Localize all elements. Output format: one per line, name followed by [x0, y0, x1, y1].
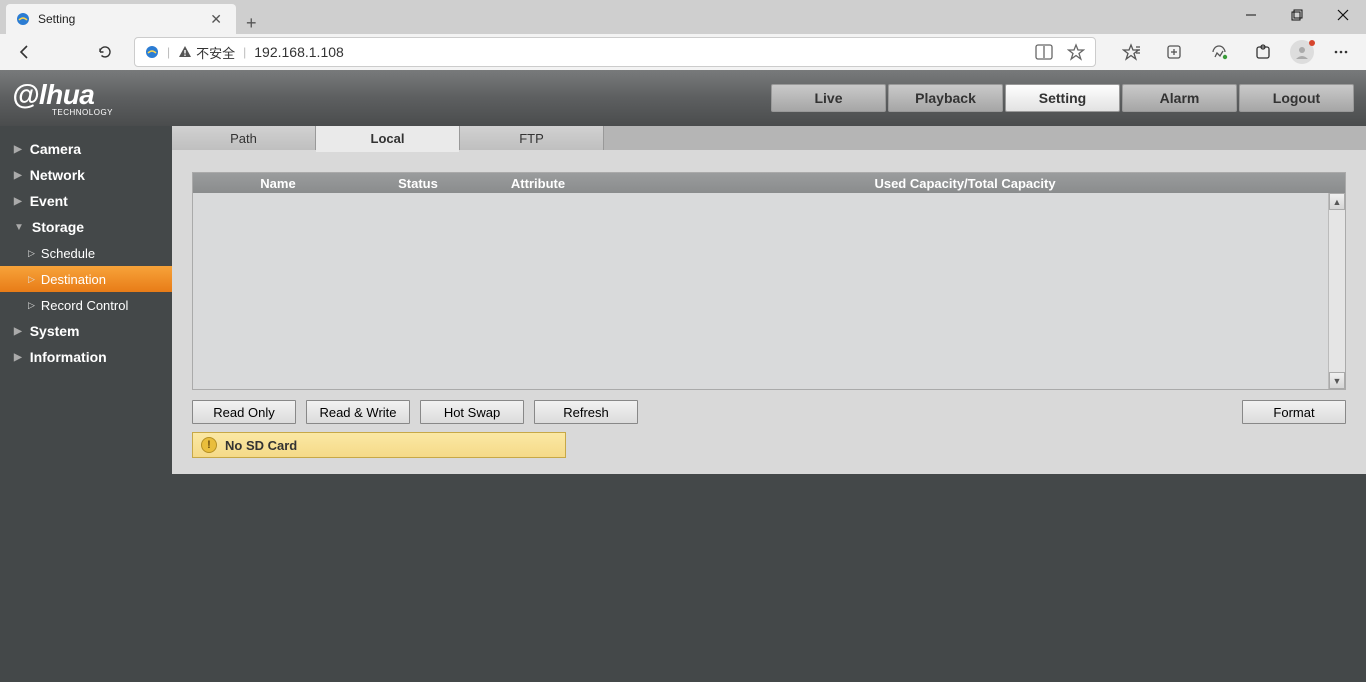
sidebar-label: Storage	[32, 219, 84, 235]
tab-path[interactable]: Path	[172, 126, 316, 150]
chevron-right-icon: ▷	[28, 274, 35, 285]
tab-bar: Setting ✕ +	[0, 0, 1366, 34]
sidebar-sub-label: Schedule	[41, 246, 95, 261]
storage-table: Name Status Attribute Used Capacity/Tota…	[192, 172, 1346, 390]
window-controls	[1228, 0, 1366, 30]
brand-logo: @lhua TECHNOLOGY	[12, 79, 113, 117]
ie-icon	[16, 12, 30, 26]
profile-avatar[interactable]	[1290, 40, 1314, 64]
favorite-icon[interactable]	[1067, 43, 1085, 61]
status-message: ! No SD Card	[192, 432, 566, 458]
col-status: Status	[363, 176, 473, 191]
extension-icon[interactable]	[1246, 37, 1280, 67]
performance-icon[interactable]	[1202, 37, 1236, 67]
sidebar-label: Network	[30, 167, 85, 183]
scrollbar[interactable]: ▲ ▼	[1328, 193, 1345, 389]
sidebar-sub-label: Destination	[41, 272, 106, 287]
security-label: 不安全	[196, 43, 235, 62]
notification-dot	[1309, 40, 1315, 46]
browser-tab[interactable]: Setting ✕	[6, 4, 236, 34]
sidebar-sub-record-control[interactable]: ▷ Record Control	[0, 292, 172, 318]
tab-ftp[interactable]: FTP	[460, 126, 604, 150]
sidebar: ▶ Camera ▶ Network ▶ Event ▼ Storage ▷ Schedu…	[0, 126, 172, 682]
page-header: @lhua TECHNOLOGY Live Playback Setting A…	[0, 70, 1366, 126]
nav-setting[interactable]: Setting	[1005, 84, 1120, 112]
new-tab-button[interactable]: +	[236, 13, 267, 34]
info-icon: !	[201, 437, 217, 453]
reader-icon[interactable]	[1035, 44, 1053, 60]
sidebar-item-camera[interactable]: ▶ Camera	[0, 136, 172, 162]
chevron-right-icon: ▷	[28, 248, 35, 259]
table-header: Name Status Attribute Used Capacity/Tota…	[193, 173, 1345, 193]
url-box[interactable]: | 不安全 | 192.168.1.108	[134, 37, 1096, 67]
tab-title: Setting	[38, 12, 206, 26]
sidebar-label: Camera	[30, 141, 81, 157]
chevron-right-icon: ▶	[14, 144, 22, 155]
hot-swap-button[interactable]: Hot Swap	[420, 400, 524, 424]
security-warning[interactable]: 不安全	[178, 43, 235, 62]
tab-local[interactable]: Local	[316, 126, 460, 150]
sidebar-label: Information	[30, 349, 107, 365]
url-text: 192.168.1.108	[254, 44, 344, 60]
button-row: Read Only Read & Write Hot Swap Refresh …	[192, 400, 1346, 424]
sidebar-sub-schedule[interactable]: ▷ Schedule	[0, 240, 172, 266]
content-tabs: Path Local FTP	[172, 126, 1366, 150]
nav-live[interactable]: Live	[771, 84, 886, 112]
divider: |	[243, 45, 246, 59]
tab-close-icon[interactable]: ✕	[206, 9, 226, 30]
nav-alarm[interactable]: Alarm	[1122, 84, 1237, 112]
sidebar-item-event[interactable]: ▶ Event	[0, 188, 172, 214]
sidebar-item-system[interactable]: ▶ System	[0, 318, 172, 344]
chevron-right-icon: ▶	[14, 326, 22, 337]
chevron-right-icon: ▶	[14, 170, 22, 181]
content-area: Path Local FTP Name Status Attribute Use…	[172, 126, 1366, 682]
sidebar-label: System	[30, 323, 80, 339]
col-capacity: Used Capacity/Total Capacity	[603, 176, 1327, 191]
site-favicon	[145, 45, 159, 59]
back-button[interactable]	[8, 37, 42, 67]
minimize-button[interactable]	[1228, 0, 1274, 30]
sidebar-sub-label: Record Control	[41, 298, 128, 313]
read-only-button[interactable]: Read Only	[192, 400, 296, 424]
sidebar-item-storage[interactable]: ▼ Storage	[0, 214, 172, 240]
panel: Name Status Attribute Used Capacity/Tota…	[172, 150, 1366, 474]
message-text: No SD Card	[225, 438, 297, 453]
address-bar: | 不安全 | 192.168.1.108	[0, 34, 1366, 70]
col-name: Name	[193, 176, 363, 191]
browser-chrome: Setting ✕ + | 不安全 | 192.168.1.108	[0, 0, 1366, 70]
collections-icon[interactable]	[1158, 37, 1192, 67]
nav-logout[interactable]: Logout	[1239, 84, 1354, 112]
close-button[interactable]	[1320, 0, 1366, 30]
refresh-button[interactable]: Refresh	[534, 400, 638, 424]
sidebar-sub-destination[interactable]: ▷ Destination	[0, 266, 172, 292]
sidebar-label: Event	[30, 193, 68, 209]
col-attribute: Attribute	[473, 176, 603, 191]
warning-icon	[178, 45, 192, 59]
sidebar-item-information[interactable]: ▶ Information	[0, 344, 172, 370]
chevron-right-icon: ▶	[14, 196, 22, 207]
scroll-up-icon[interactable]: ▲	[1329, 193, 1345, 210]
favorites-icon[interactable]	[1114, 37, 1148, 67]
sidebar-item-network[interactable]: ▶ Network	[0, 162, 172, 188]
nav-playback[interactable]: Playback	[888, 84, 1003, 112]
menu-icon[interactable]	[1324, 37, 1358, 67]
divider: |	[167, 45, 170, 59]
chevron-right-icon: ▷	[28, 300, 35, 311]
read-write-button[interactable]: Read & Write	[306, 400, 410, 424]
scroll-down-icon[interactable]: ▼	[1329, 372, 1345, 389]
top-nav: Live Playback Setting Alarm Logout	[771, 84, 1354, 112]
maximize-button[interactable]	[1274, 0, 1320, 30]
chevron-down-icon: ▼	[14, 222, 24, 233]
chevron-right-icon: ▶	[14, 352, 22, 363]
refresh-button[interactable]	[88, 37, 122, 67]
format-button[interactable]: Format	[1242, 400, 1346, 424]
